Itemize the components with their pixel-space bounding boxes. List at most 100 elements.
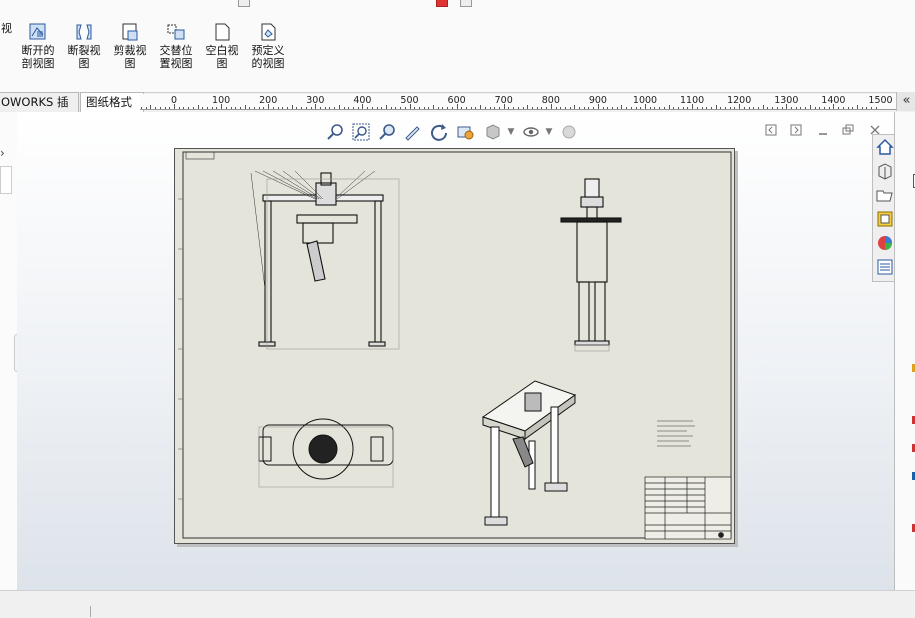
ruler-tick <box>649 107 651 109</box>
custom-properties-icon[interactable] <box>875 257 895 277</box>
ruler-tick <box>249 107 251 109</box>
ruler-tick <box>206 107 208 109</box>
task-pane-panel <box>894 112 915 590</box>
ruler-tick <box>164 107 166 109</box>
ruler-label: 1000 <box>632 95 658 106</box>
ruler-tick <box>809 105 811 109</box>
ruler-label: 400 <box>353 95 372 106</box>
ruler-tick <box>334 107 336 109</box>
appearances-icon[interactable] <box>875 233 895 253</box>
ruler-tick <box>141 107 143 109</box>
ruler-tick <box>772 107 774 109</box>
previous-view-icon[interactable] <box>763 124 779 140</box>
predefined-view-button[interactable]: 预定义 的视图 <box>245 22 291 70</box>
empty-view-icon <box>215 23 230 41</box>
sketch-icon[interactable] <box>403 122 423 142</box>
ruler-label: 1200 <box>727 95 752 106</box>
home-icon[interactable] <box>875 137 895 157</box>
ruler-tick <box>819 107 821 109</box>
restore-window-icon[interactable] <box>840 124 856 140</box>
ruler-tick <box>310 107 312 109</box>
crop-view-label: 剪裁视 图 <box>113 44 147 70</box>
ruler-tick <box>301 107 303 109</box>
ruler-tick <box>546 107 548 109</box>
crop-view-icon <box>122 23 138 41</box>
ruler-tick <box>588 107 590 109</box>
display-style-icon[interactable] <box>483 122 503 142</box>
ruler-tick <box>527 105 529 109</box>
ruler-tick <box>211 107 213 109</box>
ruler-tick <box>178 107 180 109</box>
ruler-tick <box>814 107 816 109</box>
ruler-label: 1400 <box>821 95 846 106</box>
ruler-tick <box>696 107 698 109</box>
title-block <box>644 476 732 540</box>
broken-out-section-button[interactable]: 断开的 剖视图 <box>15 22 61 70</box>
ruler-tick <box>263 107 265 109</box>
ruler-label: 800 <box>541 95 560 106</box>
ruler-tick <box>244 105 246 109</box>
ruler-tick <box>758 107 760 109</box>
minimize-window-icon[interactable] <box>815 124 831 140</box>
ruler-tick <box>654 107 656 109</box>
double-chevron-left-icon: « <box>902 93 911 108</box>
collapse-ribbon-button[interactable]: « <box>896 92 915 111</box>
graphics-area[interactable]: ▼ ▼ <box>17 112 894 590</box>
design-library-icon[interactable] <box>875 209 895 229</box>
ruler-tick <box>720 107 722 109</box>
ruler-tick <box>710 107 712 109</box>
ruler-tick <box>291 105 293 109</box>
zoom-to-area-icon[interactable] <box>351 122 371 142</box>
toolbar-mini-icon[interactable] <box>238 0 250 7</box>
ruler-tick <box>612 107 614 109</box>
ruler-tick <box>470 107 472 109</box>
ruler-tick <box>305 107 307 109</box>
view-palette-icon[interactable] <box>875 161 895 181</box>
next-view-icon[interactable] <box>788 124 804 140</box>
ruler-tick <box>381 107 383 109</box>
view-button[interactable]: 视 <box>0 22 12 35</box>
ruler-tick <box>447 107 449 109</box>
drawing-sheet[interactable] <box>174 148 735 544</box>
crop-view-button[interactable]: 剪裁视 图 <box>107 22 153 70</box>
appearance-icon[interactable] <box>559 122 579 142</box>
hide-show-icon[interactable] <box>521 122 541 142</box>
tab-solidworks-addins[interactable]: OWORKS 插件 <box>0 92 79 128</box>
chevron-right-icon[interactable]: › <box>0 146 5 160</box>
ruler-tick <box>235 107 237 109</box>
display-style-dropdown-icon[interactable]: ▼ <box>501 122 521 142</box>
alternate-position-view-button[interactable]: 交替位 置视图 <box>153 22 199 70</box>
ruler-tick <box>569 107 571 109</box>
options-icon[interactable] <box>460 0 472 7</box>
panel-field[interactable] <box>0 166 12 194</box>
hide-show-dropdown-icon[interactable]: ▼ <box>539 122 559 142</box>
ruler-tick <box>489 107 491 109</box>
open-folder-icon[interactable] <box>875 185 895 205</box>
ruler-tick <box>743 107 745 109</box>
ruler-tick <box>320 107 321 109</box>
zoom-to-fit-icon[interactable] <box>325 122 345 142</box>
ruler-tick <box>734 107 736 109</box>
ruler-tick <box>230 107 232 109</box>
zoom-in-out-icon[interactable] <box>377 122 397 142</box>
stop-icon[interactable] <box>436 0 448 7</box>
ruler-tick <box>150 105 152 109</box>
section-view-icon[interactable] <box>455 122 475 142</box>
tab-sheet-format[interactable]: 图纸格式 <box>80 92 144 112</box>
ruler-tick <box>805 107 807 109</box>
ruler-tick <box>395 107 397 109</box>
ruler-tick <box>626 107 628 109</box>
ruler-tick <box>296 107 298 109</box>
break-view-button[interactable]: 断裂视 图 <box>61 22 107 70</box>
ruler-tick <box>659 107 661 109</box>
ruler-tick <box>433 105 435 109</box>
ruler-tick <box>428 107 430 109</box>
ruler-tick <box>357 107 359 109</box>
empty-view-button[interactable]: 空白视 图 <box>199 22 245 70</box>
ruler-tick <box>635 107 637 109</box>
ruler-tick <box>673 107 675 109</box>
predefined-view-label: 预定义 的视图 <box>251 44 285 70</box>
rotate-icon[interactable] <box>429 122 449 142</box>
ruler-tick <box>466 107 468 109</box>
ruler-label: 1500 <box>868 95 893 106</box>
